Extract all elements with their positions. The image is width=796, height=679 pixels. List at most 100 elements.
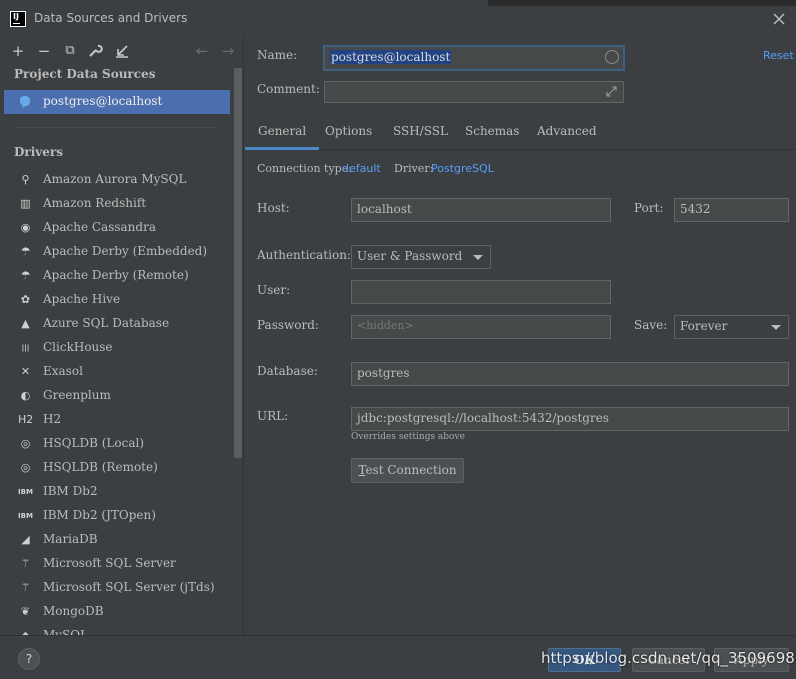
- test-connection-button[interactable]: Test Connection: [351, 458, 464, 483]
- authentication-label: Authentication:: [257, 248, 351, 262]
- password-input[interactable]: <hidden>: [351, 315, 611, 339]
- driver-label: IBM Db2 (JTOpen): [43, 508, 156, 522]
- driver-item[interactable]: ◐ Greenplum: [0, 384, 232, 408]
- redshift-icon: ▥: [20, 197, 31, 210]
- driver-label: Driver:: [394, 162, 434, 175]
- expand-icon[interactable]: [606, 86, 617, 97]
- connection-type-link[interactable]: default: [342, 162, 381, 175]
- save-label: Save:: [634, 318, 668, 332]
- driver-item[interactable]: ▥ Amazon Redshift: [0, 192, 232, 216]
- driver-item[interactable]: ☂ Apache Derby (Remote): [0, 264, 232, 288]
- comment-input[interactable]: [324, 81, 624, 103]
- chevron-down-icon: [771, 325, 781, 330]
- driver-label: IBM Db2: [43, 484, 98, 498]
- data-source-item-postgres[interactable]: postgres@localhost: [4, 90, 230, 114]
- title-bar-stripe: [488, 0, 796, 6]
- driver-label: MariaDB: [43, 532, 98, 546]
- data-source-label: postgres@localhost: [43, 94, 163, 108]
- save-select[interactable]: Forever: [674, 315, 789, 339]
- driver-link[interactable]: PostgreSQL: [431, 162, 494, 175]
- database-label: Database:: [257, 364, 318, 378]
- tab-ssh-ssl[interactable]: SSH/SSL: [380, 116, 461, 150]
- driver-item[interactable]: ❦ MongoDB: [0, 600, 232, 624]
- hive-icon: ✿: [20, 293, 31, 306]
- tab-general[interactable]: General: [245, 116, 320, 150]
- port-label: Port:: [634, 201, 664, 215]
- import-icon[interactable]: [114, 43, 130, 59]
- tab-options[interactable]: Options: [312, 116, 385, 150]
- url-input[interactable]: jdbc:postgresql://localhost:5432/postgre…: [351, 407, 789, 431]
- mariadb-icon: ◢: [21, 533, 30, 546]
- driver-label: Greenplum: [43, 388, 111, 402]
- aurora-icon: ⚲: [21, 173, 30, 186]
- tab-advanced[interactable]: Advanced: [524, 116, 610, 150]
- driver-item[interactable]: ◉ Apache Cassandra: [0, 216, 232, 240]
- driver-item[interactable]: ||| ClickHouse: [0, 336, 232, 360]
- driver-label: HSQLDB (Remote): [43, 460, 158, 474]
- color-picker-icon[interactable]: [605, 50, 619, 64]
- driver-item[interactable]: ⚚ Microsoft SQL Server: [0, 552, 232, 576]
- user-label: User:: [257, 283, 291, 297]
- back-arrow-icon[interactable]: ←: [192, 40, 212, 62]
- mssql-icon: ⚚: [20, 581, 31, 594]
- tab-schemas[interactable]: Schemas: [452, 116, 532, 150]
- hsqldb-icon: ◎: [20, 461, 31, 474]
- remove-icon[interactable]: −: [34, 40, 54, 62]
- intellij-logo-icon: IJ: [10, 11, 26, 27]
- authentication-select[interactable]: User & Password: [351, 245, 491, 269]
- driver-label: ClickHouse: [43, 340, 113, 354]
- driver-label: Apache Cassandra: [43, 220, 156, 234]
- driver-item[interactable]: ◎ HSQLDB (Local): [0, 432, 232, 456]
- drivers-header: Drivers: [14, 145, 63, 159]
- user-input[interactable]: [351, 280, 611, 304]
- url-hint: Overrides settings above: [351, 432, 465, 442]
- dialog-footer: ? OK Cancel Apply https://blog.csdn.net/…: [0, 635, 796, 679]
- driver-item[interactable]: ◆MySQL: [0, 624, 232, 635]
- driver-item[interactable]: IBM IBM Db2 (JTOpen): [0, 504, 232, 528]
- driver-label: HSQLDB (Local): [43, 436, 145, 450]
- driver-item[interactable]: ⚚ Microsoft SQL Server (jTds): [0, 576, 232, 600]
- driver-label: H2: [43, 412, 62, 426]
- driver-item[interactable]: ✿ Apache Hive: [0, 288, 232, 312]
- forward-arrow-icon[interactable]: →: [218, 40, 238, 62]
- derby-icon: ☂: [20, 269, 31, 282]
- driver-item[interactable]: ◎ HSQLDB (Remote): [0, 456, 232, 480]
- name-input[interactable]: postgres@localhost: [323, 45, 625, 71]
- hsqldb-icon: ◎: [20, 437, 31, 450]
- driver-item[interactable]: ◢ MariaDB: [0, 528, 232, 552]
- url-label: URL:: [257, 409, 289, 423]
- driver-item[interactable]: ▲ Azure SQL Database: [0, 312, 232, 336]
- reset-link[interactable]: Reset: [763, 49, 794, 62]
- authentication-value: User & Password: [357, 249, 463, 263]
- driver-label: Apache Hive: [43, 292, 121, 306]
- driver-label: Apache Derby (Remote): [43, 268, 189, 282]
- database-input[interactable]: postgres: [351, 362, 789, 386]
- add-icon[interactable]: +: [8, 40, 28, 62]
- driver-item[interactable]: IBM IBM Db2: [0, 480, 232, 504]
- cassandra-icon: ◉: [20, 221, 31, 234]
- greenplum-icon: ◐: [20, 389, 31, 402]
- host-input[interactable]: localhost: [351, 198, 611, 222]
- wrench-icon[interactable]: [87, 43, 103, 59]
- help-button[interactable]: ?: [18, 648, 40, 670]
- azure-icon: ▲: [21, 317, 30, 330]
- driver-item[interactable]: ✕ Exasol: [0, 360, 232, 384]
- copy-icon[interactable]: ⧉: [60, 40, 80, 62]
- driver-item[interactable]: ⚲ Amazon Aurora MySQL: [0, 168, 232, 192]
- name-label: Name:: [257, 48, 298, 62]
- driver-item[interactable]: H2 H2: [0, 408, 232, 432]
- driver-item[interactable]: ☂ Apache Derby (Embedded): [0, 240, 232, 264]
- connection-type-label: Connection type:: [257, 162, 352, 175]
- postgresql-icon: [19, 95, 31, 108]
- password-label: Password:: [257, 318, 319, 332]
- driver-label: Azure SQL Database: [43, 316, 170, 330]
- driver-label: Amazon Redshift: [43, 196, 147, 210]
- comment-label: Comment:: [257, 82, 320, 96]
- mssql-icon: ⚚: [20, 557, 31, 570]
- derby-icon: ☂: [20, 245, 31, 258]
- port-input[interactable]: 5432: [674, 198, 789, 222]
- driver-label: MongoDB: [43, 604, 104, 618]
- sidebar-toolbar: + − ⧉ ← →: [0, 40, 243, 64]
- sidebar-scrollbar[interactable]: [234, 68, 242, 458]
- close-icon[interactable]: [772, 12, 786, 26]
